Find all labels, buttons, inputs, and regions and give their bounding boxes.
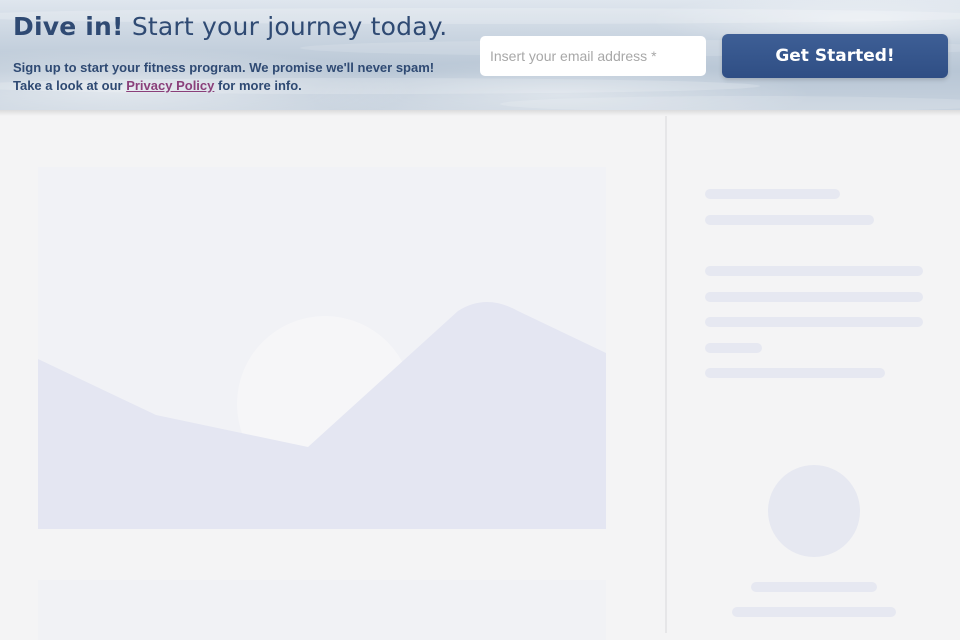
subtext-line-2-suffix: for more info.: [218, 78, 302, 93]
subtext-line-2-prefix: Take a look at our: [13, 78, 123, 93]
get-started-button[interactable]: Get Started!: [722, 34, 948, 78]
privacy-policy-link[interactable]: Privacy Policy: [126, 78, 214, 93]
column-divider: [665, 116, 667, 633]
email-input[interactable]: [480, 36, 706, 76]
skeleton-text-line: [705, 368, 885, 378]
skeleton-caption-line: [732, 607, 896, 617]
subtext-line-2: Take a look at our Privacy Policy for mo…: [13, 77, 434, 95]
skeleton-text-line: [705, 292, 923, 302]
banner-subtext: Sign up to start your fitness program. W…: [13, 59, 434, 95]
skeleton-text-line: [705, 317, 923, 327]
signup-banner: Dive in! Start your journey today. Sign …: [0, 0, 960, 110]
headline-emphasis: Dive in!: [13, 12, 124, 41]
skeleton-text-line: [705, 343, 762, 353]
landscape-placeholder-icon: [38, 302, 606, 529]
banner-shadow: [0, 110, 960, 116]
image-placeholder: [38, 167, 606, 529]
skeleton-name-line: [751, 582, 877, 592]
content-card-placeholder: [38, 580, 606, 640]
skeleton-subtitle-line: [705, 215, 874, 225]
subtext-line-1: Sign up to start your fitness program. W…: [13, 60, 435, 75]
headline-text: Start your journey today.: [131, 12, 448, 41]
banner-headline: Dive in! Start your journey today.: [13, 12, 447, 41]
avatar-placeholder: [768, 465, 860, 557]
skeleton-text-line: [705, 266, 923, 276]
skeleton-title-line: [705, 189, 840, 199]
